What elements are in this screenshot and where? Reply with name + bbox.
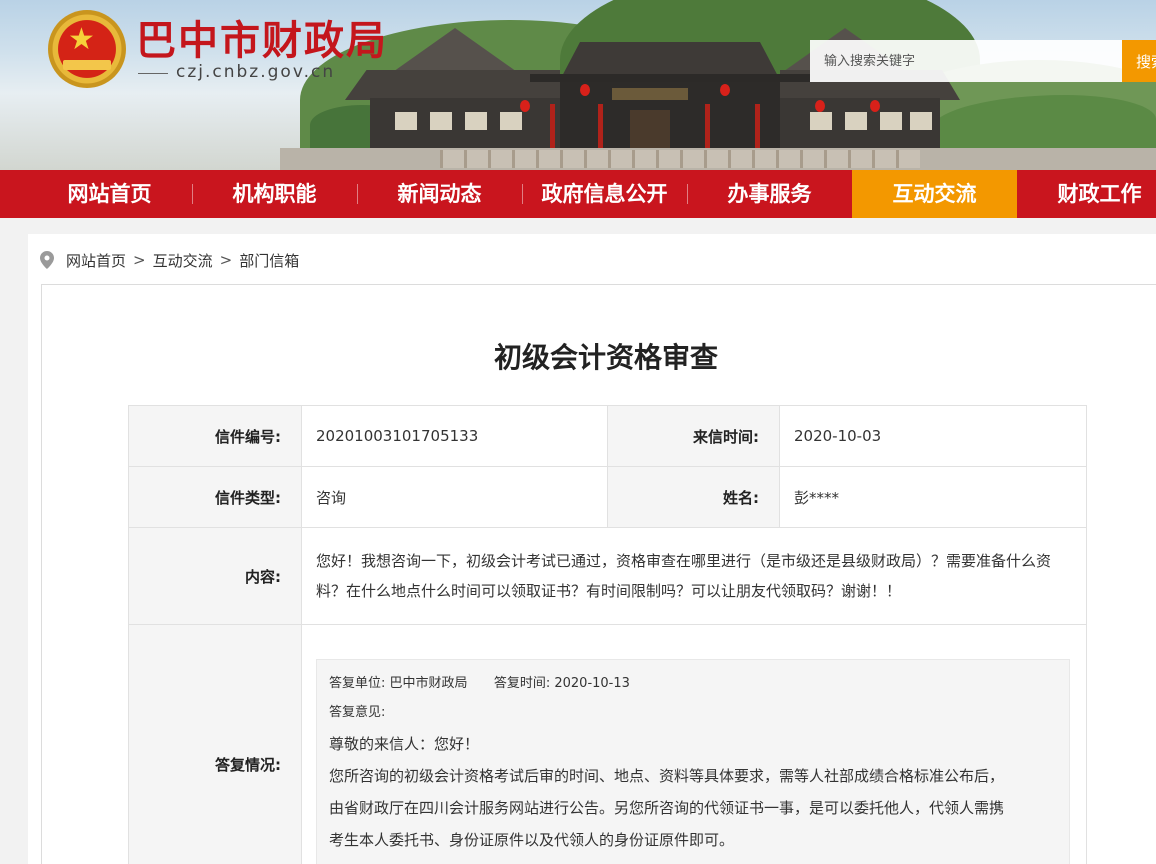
letter-content: 您好！我想咨询一下，初级会计考试已通过，资格审查在哪里进行（是市级还是县级财政局… [301,527,1087,625]
table-row: 信件编号: 20201003101705133 来信时间: 2020-10-03 [128,405,1087,467]
site-header: ★ 巴中市财政局 czj.cnbz.gov.cn 搜索 [0,0,1156,170]
reply-label: 答复情况: [128,624,302,864]
letter-detail-table: 信件编号: 20201003101705133 来信时间: 2020-10-03… [128,405,1087,864]
building-window [465,112,487,130]
lantern [580,84,590,96]
building-eave [530,74,810,82]
building-window [500,112,522,130]
sender-name-label: 姓名: [607,466,780,528]
building-window [395,112,417,130]
national-emblem-icon: ★ [48,10,126,88]
building-plaque [612,88,688,100]
lantern [870,100,880,112]
url-divider [138,73,168,74]
breadcrumb-mailbox[interactable]: 部门信箱 [239,250,299,271]
building-door [630,110,670,148]
breadcrumb-separator: > [133,251,146,269]
table-row: 答复情况: 答复单位: 巴中市财政局 答复时间: 2020-10-13 答复意见… [128,624,1087,864]
letter-number-label: 信件编号: [128,405,302,467]
reply-unit-label: 答复单位: [329,675,386,691]
lantern [720,84,730,96]
reply-closing: 感谢您对我们工作的理解和支持。 [329,856,1057,864]
building-roof [345,70,560,100]
nav-item-interaction[interactable]: 互动交流 [852,170,1017,218]
nav-item-finance-work[interactable]: 财政工作 [1017,170,1156,218]
building-window [910,112,932,130]
table-row: 内容: 您好！我想咨询一下，初级会计考试已通过，资格审查在哪里进行（是市级还是县… [128,527,1087,625]
main-nav: 网站首页 机构职能 新闻动态 政府信息公开 办事服务 互动交流 财政工作 [0,170,1156,218]
site-url: czj.cnbz.gov.cn [176,62,336,82]
breadcrumb: 网站首页 > 互动交流 > 部门信箱 [40,248,299,272]
reply-opinion-label: 答复意见: [329,704,386,720]
nav-item-services[interactable]: 办事服务 [687,170,852,218]
red-pillar [705,104,710,148]
reply-greeting: 尊敬的来信人：您好！ [329,734,480,753]
sender-name-value: 彭**** [779,466,1087,528]
location-pin-icon [40,251,54,269]
nav-item-functions[interactable]: 机构职能 [192,170,357,218]
reply-paragraph-line: 考生本人委托书、身份证原件以及代领人的身份证原件即可。 [329,830,735,849]
letter-date-value: 2020-10-03 [779,405,1087,467]
breadcrumb-separator: > [219,251,233,269]
content-label: 内容: [128,527,302,625]
red-pillar [755,104,760,148]
nav-item-gov-info[interactable]: 政府信息公开 [522,170,687,218]
reply-meta: 答复单位: 巴中市财政局 答复时间: 2020-10-13 [329,672,1057,696]
lantern [520,100,530,112]
letter-number-value: 20201003101705133 [301,405,608,467]
building-window [845,112,867,130]
reply-cell: 答复单位: 巴中市财政局 答复时间: 2020-10-13 答复意见: 尊敬的来… [301,624,1087,864]
reply-unit-value: 巴中市财政局 [389,675,468,691]
breadcrumb-home[interactable]: 网站首页 [66,250,126,271]
search-button[interactable]: 搜索 [1122,40,1156,82]
letter-date-label: 来信时间: [607,405,780,467]
building-window [430,112,452,130]
building-window [810,112,832,130]
reply-paragraph-line: 由省财政厅在四川会计服务网站进行公告。另您所咨询的代领证书一事，是可以委托他人，… [329,798,1005,817]
building-window [880,112,902,130]
nav-item-home[interactable]: 网站首页 [27,170,192,218]
red-pillar [598,104,603,148]
reply-time-label: 答复时间: [493,675,551,691]
breadcrumb-interaction[interactable]: 互动交流 [153,250,213,271]
lantern [815,100,825,112]
reply-time-value: 2020-10-13 [554,675,630,691]
letter-type-value: 咨询 [301,466,608,528]
nav-item-news[interactable]: 新闻动态 [357,170,522,218]
red-pillar [550,104,555,148]
letter-type-label: 信件类型: [128,466,302,528]
reply-paragraph-line: 您所咨询的初级会计资格考试后审的时间、地点、资料等具体要求，需等人社部成绩合格标… [329,766,1005,785]
reply-box: 答复单位: 巴中市财政局 答复时间: 2020-10-13 答复意见: 尊敬的来… [316,658,1070,864]
table-row: 信件类型: 咨询 姓名: 彭**** [128,466,1087,528]
page-title: 初级会计资格审查 [493,341,718,374]
site-title[interactable]: 巴中市财政局 [136,8,388,66]
banner-plaza-pattern [440,150,920,168]
search-input[interactable] [810,40,1122,82]
